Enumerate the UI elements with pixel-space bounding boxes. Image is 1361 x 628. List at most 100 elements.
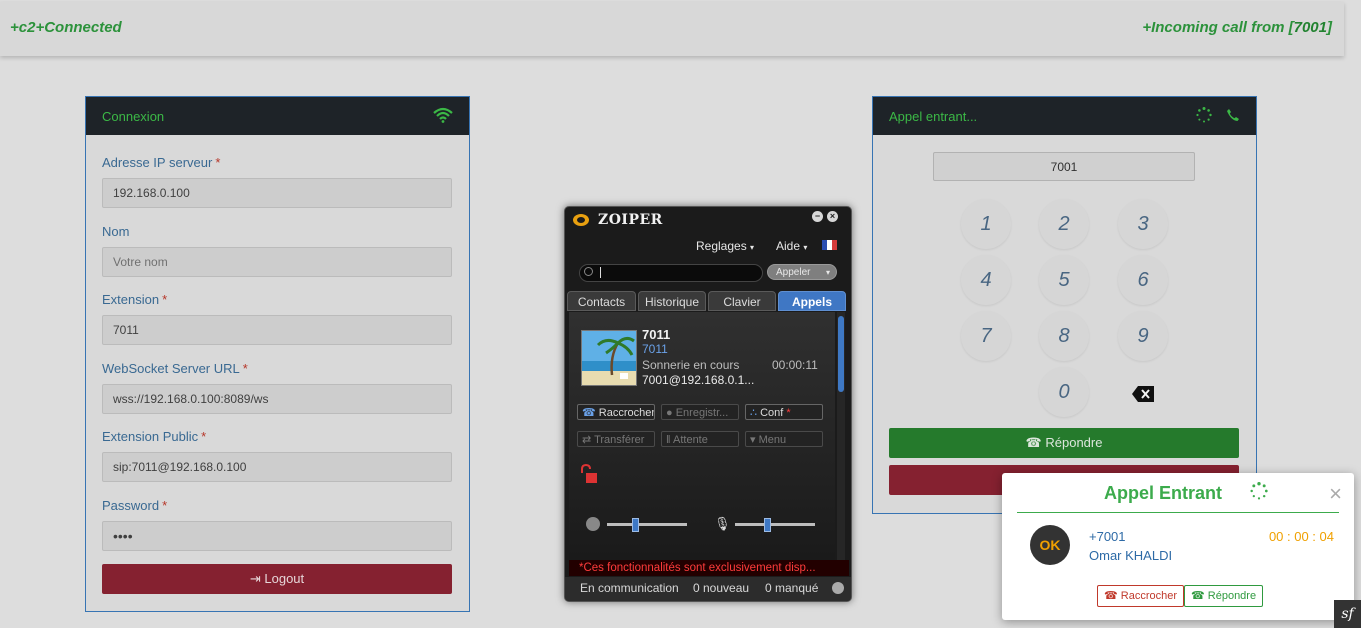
symfony-toolbar-icon[interactable]: sf: [1334, 600, 1361, 628]
speaker-volume-knob[interactable]: [632, 518, 639, 532]
incoming-header: Appel entrant...: [873, 97, 1256, 135]
top-status-bar: +c2+Connected +Incoming call from [7001]: [0, 2, 1344, 56]
microphone-icon: 🎙: [714, 516, 731, 531]
record-button[interactable]: ● Enregistr...: [661, 404, 739, 420]
zoiper-title: ZOIPER: [598, 212, 663, 228]
tab-contacts[interactable]: Contacts: [567, 291, 636, 311]
pause-icon: ‖: [666, 434, 671, 446]
incoming-call-panel: Appel entrant... 7001 1 2 3 4 5 6 7 8 9 …: [872, 96, 1257, 514]
mic-volume-knob[interactable]: [764, 518, 771, 532]
incoming-call-popup: Appel Entrant × OK +7001 Omar KHALDI 00 …: [1002, 473, 1354, 620]
call-button[interactable]: Appeler ▾: [767, 264, 837, 280]
websocket-url-field[interactable]: wss://192.168.0.100:8089/ws: [102, 384, 452, 414]
menu-button[interactable]: ▾ Menu: [745, 431, 823, 447]
server-ip-field[interactable]: 192.168.0.100: [102, 178, 452, 208]
connexion-title: Connexion: [102, 108, 165, 124]
chevron-down-icon: ▾: [750, 434, 756, 446]
incoming-number: 7001: [1293, 19, 1327, 36]
key-8[interactable]: 8: [1039, 311, 1089, 361]
key-9[interactable]: 9: [1118, 311, 1168, 361]
call-name: 7011: [642, 327, 671, 342]
key-7[interactable]: 7: [961, 311, 1011, 361]
caller-avatar: OK: [1030, 525, 1070, 565]
hangup-icon: ☎: [582, 407, 596, 419]
dialed-number-display[interactable]: 7001: [933, 152, 1195, 181]
conference-button[interactable]: ∴ Conf *: [745, 404, 823, 420]
key-2[interactable]: 2: [1039, 199, 1089, 249]
wifi-icon: [433, 107, 453, 126]
conference-icon: ∴: [750, 407, 757, 419]
spinner-icon: [1250, 482, 1268, 505]
phone-icon: [1226, 108, 1240, 125]
transfer-button[interactable]: ⇄ Transférer: [577, 431, 655, 447]
flag-fr-icon[interactable]: [822, 240, 837, 250]
key-6[interactable]: 6: [1118, 255, 1168, 305]
caller-number: +7001: [1089, 529, 1126, 544]
call-timer: 00 : 00 : 04: [1268, 529, 1334, 544]
calls-scrollbar[interactable]: [837, 312, 845, 560]
incoming-suffix: ]: [1327, 19, 1332, 36]
label-password: Password *: [102, 498, 168, 513]
mic-volume-slider[interactable]: [735, 523, 815, 526]
answer-button[interactable]: ☎ Répondre: [889, 428, 1239, 458]
speaker-icon: [586, 517, 600, 531]
key-5[interactable]: 5: [1039, 255, 1089, 305]
key-3[interactable]: 3: [1118, 199, 1168, 249]
incoming-title: Appel entrant...: [889, 108, 978, 124]
missed-calls: 0 manqué: [765, 581, 819, 595]
extension-field[interactable]: 7011: [102, 315, 452, 345]
zoiper-statusbar: En communication 0 nouveau 0 manqué: [565, 577, 851, 601]
help-menu[interactable]: Aide ▾: [776, 239, 807, 253]
transfer-icon: ⇄: [582, 434, 592, 446]
speaker-volume-slider[interactable]: [607, 523, 687, 526]
status-icon[interactable]: [832, 582, 844, 594]
new-messages: 0 nouveau: [693, 581, 750, 595]
caller-name: Omar KHALDI: [1089, 548, 1173, 563]
extension-public-field[interactable]: sip:7011@192.168.0.100: [102, 452, 452, 482]
feature-warning: *Ces fonctionnalités sont exclusivement …: [569, 560, 849, 576]
minimize-icon[interactable]: −: [812, 211, 823, 222]
logout-button[interactable]: ⇥ Logout: [102, 564, 452, 594]
call-status: Sonnerie en cours: [642, 358, 740, 372]
incoming-prefix: +Incoming call from [: [1142, 19, 1294, 36]
spinner-icon: [1196, 106, 1212, 126]
connection-status: +c2+Connected: [10, 19, 122, 36]
label-websocket-url: WebSocket Server URL *: [102, 361, 248, 376]
label-name: Nom: [102, 224, 130, 239]
unlock-icon[interactable]: [578, 463, 598, 489]
tab-appels[interactable]: Appels: [778, 291, 846, 311]
label-extension-public: Extension Public *: [102, 429, 207, 444]
popup-answer-button[interactable]: ☎ Répondre: [1184, 585, 1264, 607]
key-1[interactable]: 1: [961, 199, 1011, 249]
name-field[interactable]: Votre nom: [102, 247, 452, 277]
backspace-icon[interactable]: [1131, 385, 1155, 408]
password-field[interactable]: ••••: [102, 521, 452, 551]
key-4[interactable]: 4: [961, 255, 1011, 305]
tab-clavier[interactable]: Clavier: [708, 291, 776, 311]
call-duration: 00:00:11: [772, 358, 818, 372]
phone-icon: ☎: [1191, 590, 1205, 602]
settings-menu[interactable]: Reglages ▾: [696, 239, 754, 253]
hold-button[interactable]: ‖ Attente: [661, 431, 739, 447]
contact-avatar: [581, 330, 637, 386]
logout-icon: ⇥: [249, 571, 261, 586]
popup-title: Appel Entrant: [1103, 483, 1222, 503]
tab-historique[interactable]: Historique: [638, 291, 706, 311]
close-icon[interactable]: ×: [1329, 481, 1342, 507]
close-icon[interactable]: ×: [827, 211, 838, 222]
hangup-button[interactable]: ☎ Raccrocher: [577, 404, 655, 420]
connexion-panel: Connexion Adresse IP serveur * 192.168.0.…: [85, 96, 470, 612]
incoming-call-notice: +Incoming call from [7001]: [1142, 19, 1332, 36]
dial-search-input[interactable]: [579, 264, 763, 282]
active-calls-area: 7011 7011 Sonnerie en cours 00:00:11 700…: [569, 312, 835, 560]
hangup-icon: ☎: [1104, 590, 1118, 602]
key-0[interactable]: 0: [1039, 367, 1089, 417]
connexion-header: Connexion: [86, 97, 469, 135]
zoiper-logo-icon: [572, 212, 592, 233]
call-number: 7011: [642, 342, 668, 356]
popup-hangup-button[interactable]: ☎ Raccrocher: [1097, 585, 1185, 607]
label-server-ip: Adresse IP serveur *: [102, 155, 221, 170]
popup-divider: [1017, 512, 1339, 513]
label-extension: Extension *: [102, 292, 168, 307]
record-icon: ●: [666, 407, 673, 419]
